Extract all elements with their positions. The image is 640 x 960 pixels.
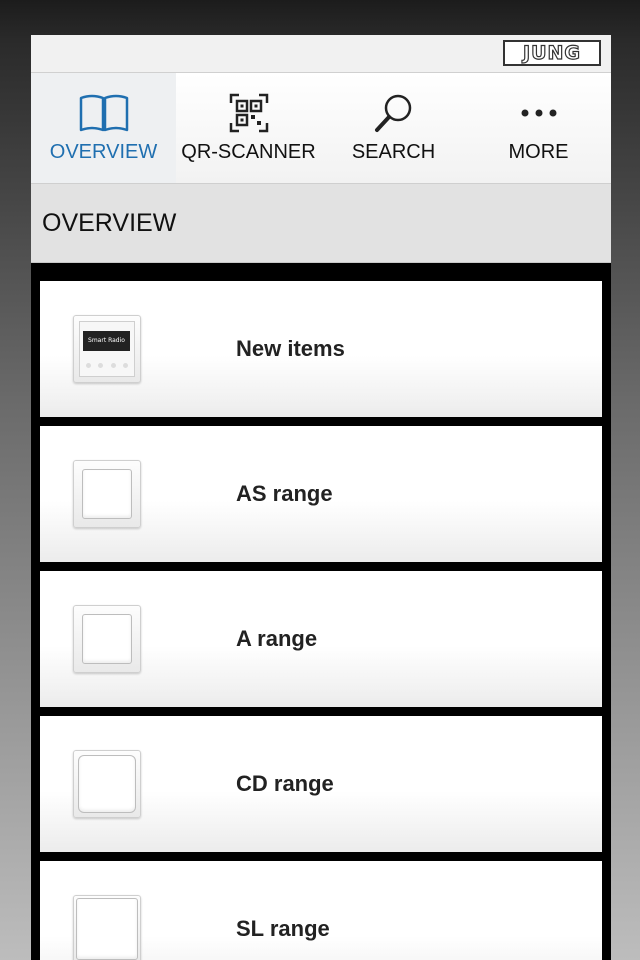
tab-label: MORE [508,141,569,163]
list-item-cd-range[interactable]: CD range [40,716,602,852]
radio-screen-text: Smart Radio [83,331,130,351]
book-icon [78,91,130,135]
tab-label: QR-SCANNER [181,141,316,163]
list-item-as-range[interactable]: AS range [40,426,602,562]
search-icon [373,91,415,135]
jung-logo: JUNG [503,40,601,66]
list-item-new-items[interactable]: Smart Radio New items [40,281,602,417]
list-item-label: New items [236,336,345,361]
radio-buttons [86,363,128,368]
top-bar: JUNG [31,35,611,73]
qr-code-icon [229,91,269,135]
tab-search[interactable]: SEARCH [321,73,466,183]
switch-rocker [82,614,132,664]
list-item-sl-range[interactable]: SL range [40,861,602,960]
list-item-label: A range [236,626,318,651]
page-title: OVERVIEW [42,208,177,237]
tab-label: OVERVIEW [49,141,158,163]
switch-thumbnail [73,460,141,528]
tab-overview[interactable]: OVERVIEW [31,73,176,183]
switch-rocker [82,469,132,519]
switch-rocker [78,755,136,813]
smart-radio-thumbnail: Smart Radio [73,315,141,383]
switch-rocker [76,898,138,960]
tab-more[interactable]: MORE [466,73,611,183]
switch-thumbnail [73,750,141,818]
app-frame: JUNG OVERVIEW QR-SCANNER SEARCH MORE OVE… [31,35,611,960]
list-item-label: AS range [236,481,333,506]
switch-thumbnail [73,605,141,673]
page-header: OVERVIEW [31,184,611,263]
tab-qr-scanner[interactable]: QR-SCANNER [176,73,321,183]
more-icon [519,91,559,135]
switch-thumbnail [73,895,141,960]
range-list: Smart Radio New items AS range A range C… [31,263,611,960]
smart-radio-device: Smart Radio [79,321,135,377]
tab-label: SEARCH [351,141,436,163]
list-item-label: CD range [236,771,334,796]
list-item-label: SL range [236,916,330,941]
tab-bar: OVERVIEW QR-SCANNER SEARCH MORE [31,73,611,184]
list-item-a-range[interactable]: A range [40,571,602,707]
